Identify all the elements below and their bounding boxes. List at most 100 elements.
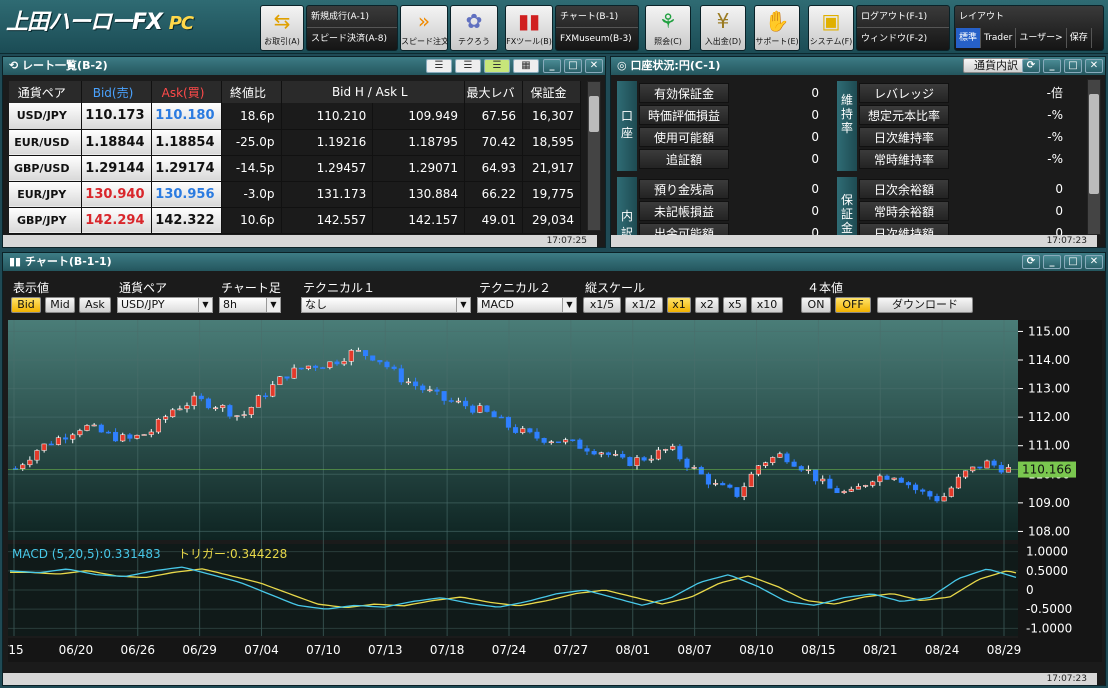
- tech1-select[interactable]: なし ▼: [301, 297, 471, 313]
- display-mid-button[interactable]: Mid: [45, 297, 75, 313]
- candle-body: [505, 416, 511, 428]
- timeframe-select[interactable]: 8h ▼: [219, 297, 281, 313]
- maximize-icon[interactable]: □: [1064, 255, 1082, 269]
- view-mode-1-button[interactable]: ☰: [426, 59, 452, 73]
- candle-body: [341, 361, 347, 365]
- refresh-icon[interactable]: ⟳: [1022, 255, 1040, 269]
- ohlc-on-button[interactable]: ON: [801, 297, 831, 313]
- pair-select[interactable]: USD/JPY ▼: [117, 297, 213, 313]
- cell-bid[interactable]: 1.18844: [81, 129, 152, 156]
- candle-body: [555, 441, 561, 444]
- candle-body: [191, 395, 197, 406]
- cell-change: -25.0p: [221, 129, 282, 156]
- scale-10-button[interactable]: x10: [751, 297, 783, 313]
- display-ask-button[interactable]: Ask: [79, 297, 111, 313]
- candle-body: [927, 491, 933, 497]
- ohlc-off-button[interactable]: OFF: [835, 297, 871, 313]
- cell-bid[interactable]: 142.294: [81, 207, 152, 234]
- view-mode-2-button[interactable]: ☰: [455, 59, 481, 73]
- minimize-icon[interactable]: _: [1043, 59, 1061, 73]
- x-tick-label: 07/13: [368, 643, 403, 657]
- speed-settle-button[interactable]: スピード決済(A-8): [307, 28, 397, 50]
- layout-tab-trader[interactable]: Trader: [981, 28, 1017, 48]
- layout-tab-user[interactable]: ユーザー>: [1016, 28, 1067, 48]
- candle-body: [784, 453, 790, 463]
- account-item: 使用可能額 0: [639, 127, 825, 147]
- rate-row-eur-usd[interactable]: EUR/USD 1.18844 1.18854 -25.0p 1.19216 1.1879…: [9, 129, 581, 156]
- view-mode-grid-button[interactable]: ▦: [513, 59, 539, 73]
- logout-button[interactable]: ログアウト(F-1): [857, 6, 949, 28]
- display-bid-button[interactable]: Bid: [11, 297, 41, 313]
- fxmuseum-menu-button[interactable]: FXMuseum(B-3): [556, 28, 638, 50]
- minimize-icon[interactable]: _: [1043, 255, 1061, 269]
- minimize-icon[interactable]: _: [543, 59, 561, 73]
- cell-bid[interactable]: 110.173: [81, 103, 152, 130]
- support-button[interactable]: ✋ サポート(E): [754, 5, 800, 51]
- layout-tab-save[interactable]: 保存: [1067, 28, 1092, 48]
- close-icon[interactable]: ✕: [1085, 255, 1103, 269]
- cell-ask[interactable]: 1.18854: [151, 129, 222, 156]
- currency-detail-button[interactable]: 通貨内訳: [963, 58, 1029, 73]
- cell-ask[interactable]: 142.322: [151, 207, 222, 234]
- scale-2-button[interactable]: x2: [695, 297, 719, 313]
- layout-tab-standard[interactable]: 標準: [956, 28, 982, 48]
- cell-ask[interactable]: 1.29174: [151, 155, 222, 182]
- rate-row-gbp-usd[interactable]: GBP/USD 1.29144 1.29174 -14.5p 1.29457 1.2907…: [9, 155, 581, 182]
- candle-body: [34, 450, 40, 461]
- scale-1-2-button[interactable]: x1/2: [625, 297, 663, 313]
- cell-bid[interactable]: 130.940: [81, 181, 152, 208]
- technical-button[interactable]: ✿ テクろう: [450, 5, 498, 51]
- cell-ask[interactable]: 130.956: [151, 181, 222, 208]
- candle-body: [55, 437, 61, 445]
- scale-1-5-button[interactable]: x1/5: [583, 297, 621, 313]
- account-item-label: 常時維持率: [859, 149, 949, 169]
- close-icon[interactable]: ✕: [1085, 59, 1103, 73]
- fx-tool-button[interactable]: ▮▮ FXツール(B): [505, 5, 553, 51]
- window-button[interactable]: ウィンドウ(F-2): [857, 28, 949, 50]
- candle-body: [741, 486, 747, 497]
- candle-body: [648, 458, 654, 461]
- x-tick-label: 08/21: [863, 643, 898, 657]
- system-button[interactable]: ▣ システム(F): [808, 5, 854, 51]
- download-button[interactable]: ダウンロード: [877, 297, 973, 313]
- maximize-icon[interactable]: □: [564, 59, 582, 73]
- speed-order-button[interactable]: » スピード注文: [400, 5, 448, 51]
- cell-bid[interactable]: 1.29144: [81, 155, 152, 182]
- scale-1-button[interactable]: x1: [667, 297, 691, 313]
- account-panel-header: ◎ 口座状況:円(C-1) 通貨内訳 ⟳ _ □ ✕: [611, 57, 1105, 75]
- rate-scroll-thumb[interactable]: [589, 96, 599, 132]
- candle-body: [241, 414, 247, 416]
- account-scrollbar[interactable]: [1087, 79, 1101, 235]
- candle-body: [548, 441, 554, 444]
- candle-body: [855, 486, 861, 490]
- candle-body: [748, 473, 754, 488]
- candle-body: [998, 465, 1004, 473]
- scale-5-button[interactable]: x5: [723, 297, 747, 313]
- candle-body: [84, 425, 90, 431]
- close-icon[interactable]: ✕: [585, 59, 603, 73]
- layout-button[interactable]: レイアウト: [955, 6, 1103, 28]
- new-order-button[interactable]: 新規成行(A-1): [307, 6, 397, 28]
- inquiry-button[interactable]: ⚘ 照会(C): [645, 5, 691, 51]
- rate-timestamp: 17:07:25: [3, 235, 597, 247]
- account-item-label: 時価評価損益: [639, 105, 729, 125]
- order-button[interactable]: ⇆ お取引(A): [260, 5, 304, 51]
- price-tick-label: 115.00: [1028, 324, 1070, 338]
- refresh-icon[interactable]: ⟳: [1022, 59, 1040, 73]
- candle-body: [420, 385, 426, 391]
- handshake-icon: ✋: [764, 9, 790, 33]
- candle-body: [498, 416, 504, 419]
- deposit-button[interactable]: ¥ 入出金(D): [700, 5, 746, 51]
- chart-menu-button[interactable]: チャート(B-1): [556, 6, 638, 28]
- price-chart[interactable]: /15 06/20 06/26 06/29 07/04 07/10 07/13 07/18 07…: [8, 320, 1102, 664]
- rate-row-usd-jpy[interactable]: USD/JPY 110.173 110.180 18.6p 110.210 109.949…: [9, 103, 581, 130]
- cell-ask[interactable]: 110.180: [151, 103, 222, 130]
- account-scroll-thumb[interactable]: [1089, 94, 1099, 194]
- maximize-icon[interactable]: □: [1064, 59, 1082, 73]
- candle-body: [491, 411, 497, 418]
- view-mode-3-button[interactable]: ☰: [484, 59, 510, 73]
- tech2-select[interactable]: MACD ▼: [477, 297, 577, 313]
- rate-scrollbar[interactable]: [587, 81, 601, 231]
- rate-row-gbp-jpy[interactable]: GBP/JPY 142.294 142.322 10.6p 142.557 142.157…: [9, 207, 581, 234]
- rate-row-eur-jpy[interactable]: EUR/JPY 130.940 130.956 -3.0p 131.173 130.884…: [9, 181, 581, 208]
